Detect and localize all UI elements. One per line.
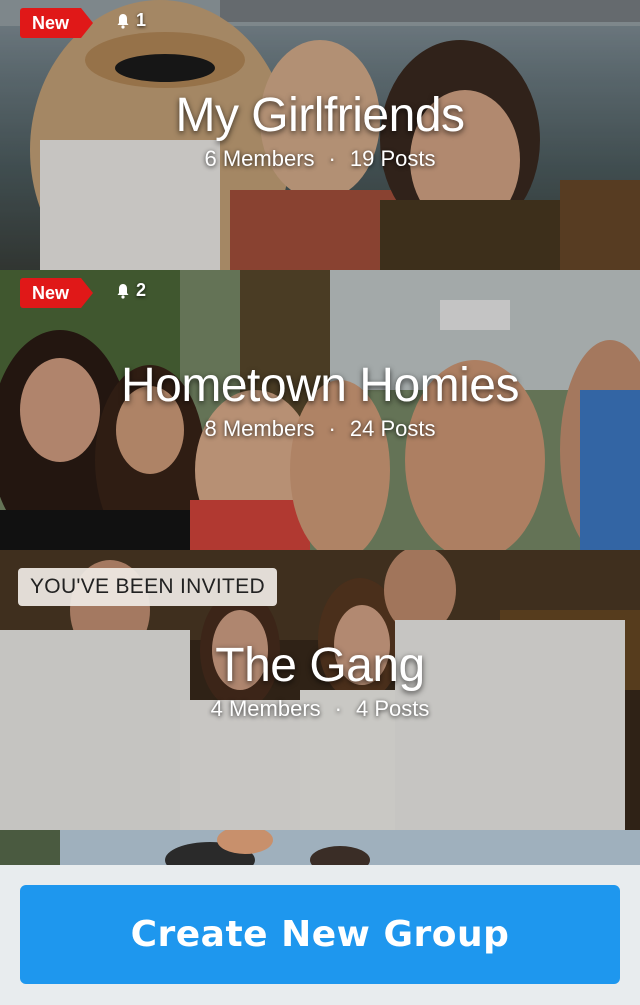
- notification-number: 2: [136, 280, 147, 300]
- group-list: New 1 My Girlfriends 6 Members · 19 Posts: [0, 0, 640, 865]
- group-title: My Girlfriends: [175, 89, 465, 142]
- group-stats: 4 Members · 4 Posts: [0, 696, 640, 722]
- create-group-button[interactable]: Create New Group: [20, 885, 620, 984]
- invite-badge: YOU'VE BEEN INVITED: [18, 568, 277, 606]
- notification-count: 1: [116, 10, 146, 31]
- group-card-the-gang[interactable]: YOU'VE BEEN INVITED The Gang 4 Members · 4…: [0, 550, 640, 830]
- new-badge: New: [20, 8, 94, 38]
- group-card-my-girlfriends[interactable]: New 1 My Girlfriends 6 Members · 19 Posts: [0, 0, 640, 278]
- separator: ·: [328, 416, 336, 441]
- group-card-partial[interactable]: [0, 830, 640, 865]
- post-count: 24 Posts: [349, 416, 436, 441]
- member-count: 6 Members: [204, 146, 315, 171]
- member-count: 8 Members: [204, 416, 315, 441]
- member-count: 4 Members: [210, 696, 321, 721]
- group-title: Hometown Homies: [121, 359, 519, 412]
- notification-count: 2: [116, 280, 146, 301]
- group-title: The Gang: [215, 639, 425, 692]
- bell-icon: [116, 13, 130, 29]
- post-count: 19 Posts: [349, 146, 436, 171]
- new-badge: New: [20, 278, 94, 308]
- group-cover-photo: [0, 830, 640, 865]
- separator: ·: [334, 696, 342, 721]
- separator: ·: [328, 146, 336, 171]
- notification-number: 1: [136, 10, 147, 30]
- bell-icon: [116, 283, 130, 299]
- footer-bar: Create New Group: [0, 865, 640, 1005]
- group-stats: 6 Members · 19 Posts: [0, 146, 640, 172]
- group-stats: 8 Members · 24 Posts: [0, 416, 640, 442]
- group-card-hometown-homies[interactable]: New 2 Hometown Homies 8 Members · 24 Posts: [0, 270, 640, 550]
- post-count: 4 Posts: [356, 696, 430, 721]
